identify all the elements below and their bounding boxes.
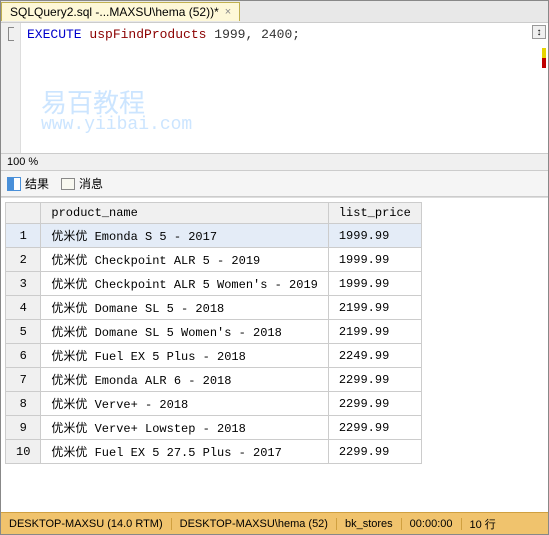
tab-messages[interactable]: 消息 [61, 175, 103, 192]
tab-title: SQLQuery2.sql -...MAXSU\hema (52))* [10, 5, 219, 19]
tab-bar: SQLQuery2.sql -...MAXSU\hema (52))* × [1, 1, 548, 23]
col-list-price[interactable]: list_price [328, 203, 421, 224]
cell-product-name[interactable]: 优米优 Emonda ALR 6 - 2018 [41, 368, 328, 392]
cell-list-price[interactable]: 1999.99 [328, 224, 421, 248]
cell-product-name[interactable]: 优米优 Checkpoint ALR 5 Women's - 2019 [41, 272, 328, 296]
table-row[interactable]: 6优米优 Fuel EX 5 Plus - 20182249.99 [6, 344, 422, 368]
row-number[interactable]: 9 [6, 416, 41, 440]
tab-results[interactable]: 结果 [7, 175, 49, 192]
row-number[interactable]: 10 [6, 440, 41, 464]
split-toggle-icon[interactable]: ↕ [532, 25, 546, 39]
file-tab[interactable]: SQLQuery2.sql -...MAXSU\hema (52))* × [1, 2, 240, 21]
fold-bracket[interactable] [8, 27, 14, 41]
table-header-row: product_name list_price [6, 203, 422, 224]
change-marker [542, 48, 546, 68]
sql-editor[interactable]: EXECUTE uspFindProducts 1999, 2400; 易百教程… [21, 23, 548, 153]
close-icon[interactable]: × [225, 6, 231, 18]
row-number[interactable]: 7 [6, 368, 41, 392]
cell-product-name[interactable]: 优米优 Fuel EX 5 Plus - 2018 [41, 344, 328, 368]
marker-yellow [542, 48, 546, 58]
cell-list-price[interactable]: 2299.99 [328, 368, 421, 392]
status-time: 00:00:00 [402, 518, 462, 530]
col-product-name[interactable]: product_name [41, 203, 328, 224]
cell-list-price[interactable]: 2249.99 [328, 344, 421, 368]
cell-list-price[interactable]: 2199.99 [328, 320, 421, 344]
table-row[interactable]: 10优米优 Fuel EX 5 27.5 Plus - 20172299.99 [6, 440, 422, 464]
status-bar: DESKTOP-MAXSU (14.0 RTM) DESKTOP-MAXSU\h… [1, 512, 548, 534]
marker-red [542, 58, 546, 68]
tab-messages-label: 消息 [79, 175, 103, 192]
cell-product-name[interactable]: 优米优 Domane SL 5 Women's - 2018 [41, 320, 328, 344]
editor-area: EXECUTE uspFindProducts 1999, 2400; 易百教程… [1, 23, 548, 153]
cell-product-name[interactable]: 优米优 Emonda S 5 - 2017 [41, 224, 328, 248]
editor-gutter [1, 23, 21, 153]
table-row[interactable]: 4优米优 Domane SL 5 - 20182199.99 [6, 296, 422, 320]
table-row[interactable]: 3优米优 Checkpoint ALR 5 Women's - 20191999… [6, 272, 422, 296]
row-number[interactable]: 2 [6, 248, 41, 272]
row-number[interactable]: 4 [6, 296, 41, 320]
cell-product-name[interactable]: 优米优 Verve+ - 2018 [41, 392, 328, 416]
message-icon [61, 178, 75, 190]
result-tabs: 结果 消息 [1, 170, 548, 197]
cell-list-price[interactable]: 2299.99 [328, 440, 421, 464]
table-row[interactable]: 7优米优 Emonda ALR 6 - 20182299.99 [6, 368, 422, 392]
cell-list-price[interactable]: 2199.99 [328, 296, 421, 320]
keyword-execute: EXECUTE [27, 27, 82, 42]
zoom-level[interactable]: 100 % [1, 153, 548, 170]
tab-results-label: 结果 [25, 175, 49, 192]
cell-product-name[interactable]: 优米优 Verve+ Lowstep - 2018 [41, 416, 328, 440]
rownum-header[interactable] [6, 203, 41, 224]
status-rows: 10 行 [462, 516, 504, 532]
proc-args: 1999, 2400; [214, 27, 300, 42]
status-db: bk_stores [337, 518, 402, 530]
table-row[interactable]: 9优米优 Verve+ Lowstep - 20182299.99 [6, 416, 422, 440]
row-number[interactable]: 6 [6, 344, 41, 368]
cell-product-name[interactable]: 优米优 Domane SL 5 - 2018 [41, 296, 328, 320]
status-server: DESKTOP-MAXSU (14.0 RTM) [1, 518, 172, 530]
row-number[interactable]: 3 [6, 272, 41, 296]
row-number[interactable]: 1 [6, 224, 41, 248]
grid-icon [7, 177, 21, 191]
results-table: product_name list_price 1优米优 Emonda S 5 … [5, 202, 422, 464]
cell-list-price[interactable]: 1999.99 [328, 272, 421, 296]
cell-product-name[interactable]: 优米优 Checkpoint ALR 5 - 2019 [41, 248, 328, 272]
watermark-url: www.yiibai.com [41, 115, 192, 135]
table-row[interactable]: 8优米优 Verve+ - 20182299.99 [6, 392, 422, 416]
status-user: DESKTOP-MAXSU\hema (52) [172, 518, 337, 530]
results-pane[interactable]: product_name list_price 1优米优 Emonda S 5 … [1, 197, 548, 512]
cell-list-price[interactable]: 2299.99 [328, 416, 421, 440]
proc-name: uspFindProducts [89, 27, 206, 42]
table-row[interactable]: 2优米优 Checkpoint ALR 5 - 20191999.99 [6, 248, 422, 272]
watermark-title: 易百教程 [41, 83, 145, 120]
cell-list-price[interactable]: 2299.99 [328, 392, 421, 416]
row-number[interactable]: 8 [6, 392, 41, 416]
cell-list-price[interactable]: 1999.99 [328, 248, 421, 272]
table-row[interactable]: 5优米优 Domane SL 5 Women's - 20182199.99 [6, 320, 422, 344]
row-number[interactable]: 5 [6, 320, 41, 344]
table-row[interactable]: 1优米优 Emonda S 5 - 20171999.99 [6, 224, 422, 248]
cell-product-name[interactable]: 优米优 Fuel EX 5 27.5 Plus - 2017 [41, 440, 328, 464]
